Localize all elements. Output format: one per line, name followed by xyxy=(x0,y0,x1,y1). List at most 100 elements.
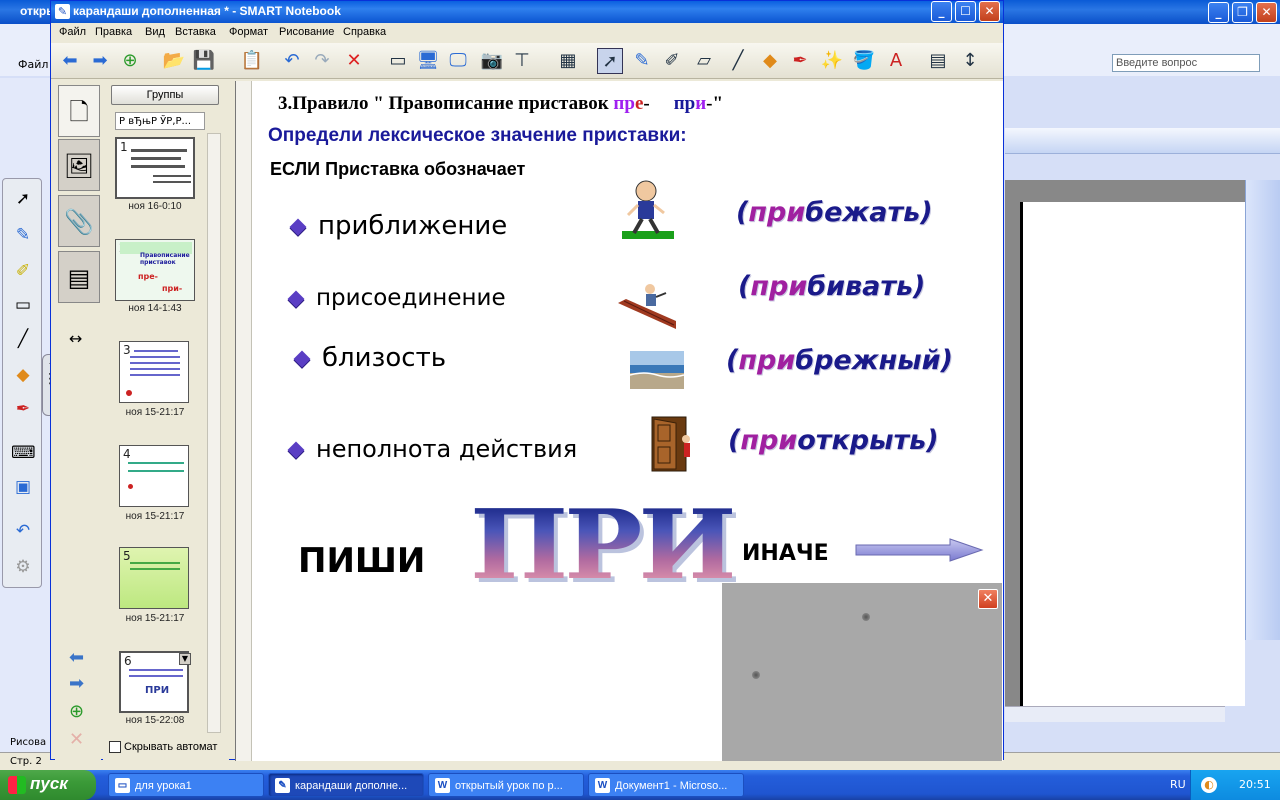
dual-page-icon[interactable]: 🖵 xyxy=(445,48,471,74)
task-word-document1[interactable]: W Документ1 - Microso... xyxy=(588,773,744,797)
word-page[interactable] xyxy=(1020,202,1245,706)
properties-icon[interactable]: ▤ xyxy=(925,48,951,74)
menu-edit[interactable]: Правка xyxy=(95,26,132,38)
task-smart-notebook[interactable]: ✎ карандаши дополне... xyxy=(268,773,424,797)
word-document-area[interactable] xyxy=(1005,180,1245,706)
smart-maximize-button[interactable]: ☐ xyxy=(955,1,976,22)
notebook-icon[interactable]: ▣ xyxy=(11,475,35,499)
clock[interactable]: 20:51 xyxy=(1239,778,1271,791)
shapes-tool-icon[interactable]: ◆ xyxy=(757,48,783,74)
meaning-row-1[interactable]: приближение xyxy=(289,211,507,241)
word-minimize-button[interactable]: _ xyxy=(1208,2,1229,23)
screen-shade-icon[interactable]: ▭ xyxy=(385,48,411,74)
otherwise-label[interactable]: ИНАЧЕ xyxy=(742,541,829,566)
page-thumbnail-4[interactable]: 4 xyxy=(119,445,189,507)
slide-title[interactable]: 3.Правило " Правописание приставок пре-п… xyxy=(278,93,723,115)
shapes-icon[interactable]: ◆ xyxy=(11,363,35,387)
task-word-lesson[interactable]: Wоткрытый урок по р... xyxy=(428,773,584,797)
roofer-icon[interactable] xyxy=(616,281,678,331)
prev-page-icon[interactable]: ⬅ xyxy=(69,647,84,668)
word-menu-file[interactable]: Файл xyxy=(18,58,48,71)
meaning-row-2[interactable]: присоединение xyxy=(287,285,506,311)
start-button[interactable]: пуск xyxy=(0,770,96,800)
open-folder-icon[interactable]: 📂 xyxy=(161,48,187,74)
creative-pen-icon[interactable]: ✐ xyxy=(659,48,685,74)
line-tool-icon[interactable]: ╱ xyxy=(725,48,751,74)
delete-page-icon[interactable]: ✕ xyxy=(69,729,84,750)
word-maximize-button[interactable]: ❐ xyxy=(1232,2,1253,23)
sorter-scrollbar[interactable] xyxy=(207,133,221,733)
open-door-icon[interactable] xyxy=(646,413,698,473)
table-icon[interactable]: ▦ xyxy=(555,48,581,74)
meaning-row-4[interactable]: неполнота действия xyxy=(287,435,577,463)
highlighter-icon[interactable]: ✐ xyxy=(11,259,35,283)
undo-icon[interactable]: ↶ xyxy=(11,519,35,543)
word-side-toolbar[interactable] xyxy=(1245,180,1280,640)
resize-sidebar-icon[interactable]: ↔ xyxy=(69,329,82,348)
page-thumbnail-2[interactable]: 2 Правописание приставок пре- при- xyxy=(115,239,195,301)
right-arrow-icon[interactable] xyxy=(854,537,984,563)
menu-file[interactable]: Файл xyxy=(59,26,86,38)
gallery-tab[interactable]: 🖼 xyxy=(58,139,100,191)
next-page-icon[interactable]: ➡ xyxy=(69,673,84,694)
running-man-icon[interactable] xyxy=(620,179,676,241)
page-thumbnail-1[interactable]: 1 xyxy=(115,137,195,199)
example-1[interactable]: (прибежать) xyxy=(736,197,933,228)
groups-button[interactable]: Группы xyxy=(111,85,219,105)
redo-icon[interactable]: ↷ xyxy=(309,48,335,74)
whiteboard-canvas[interactable]: 3.Правило " Правописание приставок пре-п… xyxy=(254,81,1002,761)
capture-icon[interactable]: 📷 xyxy=(479,48,505,74)
word-close-button[interactable]: ✕ xyxy=(1256,2,1277,23)
write-label[interactable]: ПИШИ xyxy=(298,541,425,581)
attachments-tab[interactable]: 📎 xyxy=(58,195,100,247)
menu-format[interactable]: Формат xyxy=(229,26,268,38)
task-folder[interactable]: ▭ для урока1 xyxy=(108,773,264,797)
tray-app-icon[interactable]: ◐ xyxy=(1201,777,1217,793)
full-screen-icon[interactable]: 🖥 xyxy=(415,48,441,74)
canvas-scrollbar[interactable] xyxy=(236,81,252,761)
word-horizontal-scrollbar[interactable] xyxy=(1005,706,1225,722)
page-thumbnail-6[interactable]: 6 ▼ ПРИ xyxy=(119,651,191,713)
line-icon[interactable]: ╱ xyxy=(11,327,35,351)
smart-minimize-button[interactable]: _ xyxy=(931,1,952,22)
eraser-icon[interactable]: ▭ xyxy=(11,293,35,317)
autohide-checkbox[interactable]: Скрывать автомат xyxy=(109,741,217,754)
undo-icon[interactable]: ↶ xyxy=(279,48,305,74)
save-icon[interactable]: 💾 xyxy=(191,48,217,74)
pen-icon[interactable]: ✎ xyxy=(11,223,35,247)
smart-titlebar[interactable]: ✎ карандаши дополненная * - SMART Notebo… xyxy=(51,1,1003,23)
word-forms-toolbar[interactable] xyxy=(1005,128,1280,154)
word-ask-question-input[interactable]: Введите вопрос xyxy=(1112,54,1260,72)
thumb-menu-chevron-down-icon[interactable]: ▼ xyxy=(179,653,191,665)
group-label[interactable]: Р вЂњР ЎР‚Р... xyxy=(115,112,205,130)
toolbar-move-icon[interactable]: ↕ xyxy=(957,48,983,74)
meaning-row-3[interactable]: близость xyxy=(293,343,446,373)
menu-insert[interactable]: Вставка xyxy=(175,26,216,38)
magic-pen-tool-icon[interactable]: ✒ xyxy=(787,48,813,74)
screen-shade-overlay[interactable]: ✕ xyxy=(722,583,1002,761)
settings-gear-icon[interactable]: ⚙ xyxy=(11,555,35,579)
language-indicator[interactable]: RU xyxy=(1170,778,1186,791)
seashore-photo[interactable] xyxy=(629,351,685,389)
close-icon[interactable]: ✕ xyxy=(978,589,998,609)
select-arrow-icon[interactable]: ➚ xyxy=(11,187,35,211)
eraser-tool-icon[interactable]: ▱ xyxy=(691,48,717,74)
keyboard-icon[interactable]: ⌨ xyxy=(11,441,36,465)
page-thumbnail-5[interactable]: 5 xyxy=(119,547,189,609)
select-tool-icon[interactable]: ➚ xyxy=(597,48,623,74)
pen-tool-icon[interactable]: ✎ xyxy=(629,48,655,74)
slide-if-text[interactable]: ЕСЛИ Приставка обозначает xyxy=(270,159,525,180)
add-page-icon[interactable]: ⊕ xyxy=(117,48,143,74)
paste-icon[interactable]: 📋 xyxy=(239,48,265,74)
shape-recognition-icon[interactable]: ✨ xyxy=(819,48,845,74)
delete-icon[interactable]: ✕ xyxy=(341,48,367,74)
page-sorter-tab[interactable]: 🗋 xyxy=(58,85,100,137)
example-4[interactable]: (приоткрыть) xyxy=(728,425,939,456)
forward-arrow-icon[interactable]: ➡ xyxy=(87,48,113,74)
add-page-icon[interactable]: ⊕ xyxy=(69,701,84,722)
menu-help[interactable]: Справка xyxy=(343,26,386,38)
fill-icon[interactable]: 🪣 xyxy=(851,48,877,74)
menu-draw[interactable]: Рисование xyxy=(279,26,334,38)
menu-view[interactable]: Вид xyxy=(145,26,165,38)
text-tool-icon[interactable]: A xyxy=(883,48,909,74)
